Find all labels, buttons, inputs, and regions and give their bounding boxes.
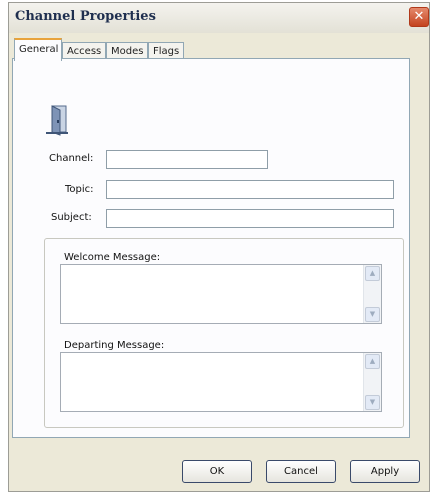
close-button[interactable]: ✕ <box>409 7 429 27</box>
topic-label: Topic: <box>65 184 94 195</box>
apply-button[interactable]: Apply <box>350 460 420 483</box>
departing-message-label: Departing Message: <box>64 340 165 351</box>
window-title: Channel Properties <box>15 9 156 24</box>
cancel-button[interactable]: Cancel <box>266 460 336 483</box>
tab-label: Modes <box>111 46 144 57</box>
subject-input[interactable] <box>106 209 394 228</box>
channel-label: Channel: <box>49 153 94 164</box>
door-icon <box>46 105 68 136</box>
departing-message-scrollbar[interactable]: ▲ ▼ <box>363 353 381 411</box>
ok-button[interactable]: OK <box>182 460 252 483</box>
welcome-message-textarea[interactable] <box>61 265 363 323</box>
scroll-up-arrow-icon[interactable]: ▲ <box>365 266 380 281</box>
close-icon: ✕ <box>413 9 425 24</box>
subject-label: Subject: <box>51 212 92 223</box>
scroll-down-arrow-icon[interactable]: ▼ <box>365 307 380 322</box>
channel-input[interactable] <box>106 150 268 169</box>
topic-input[interactable] <box>106 180 394 199</box>
scroll-up-arrow-icon[interactable]: ▲ <box>365 354 380 369</box>
welcome-message-box: ▲ ▼ <box>60 264 382 324</box>
tab-label: General <box>19 44 59 55</box>
welcome-message-label: Welcome Message: <box>64 252 161 263</box>
departing-message-textarea[interactable] <box>61 353 363 411</box>
welcome-message-scrollbar[interactable]: ▲ ▼ <box>363 265 381 323</box>
scroll-down-arrow-icon[interactable]: ▼ <box>365 395 380 410</box>
tab-label: Flags <box>153 46 180 57</box>
tab-general[interactable]: General <box>14 38 62 61</box>
title-bar[interactable]: Channel Properties ✕ <box>9 3 429 33</box>
departing-message-box: ▲ ▼ <box>60 352 382 412</box>
tab-label: Access <box>67 46 102 57</box>
